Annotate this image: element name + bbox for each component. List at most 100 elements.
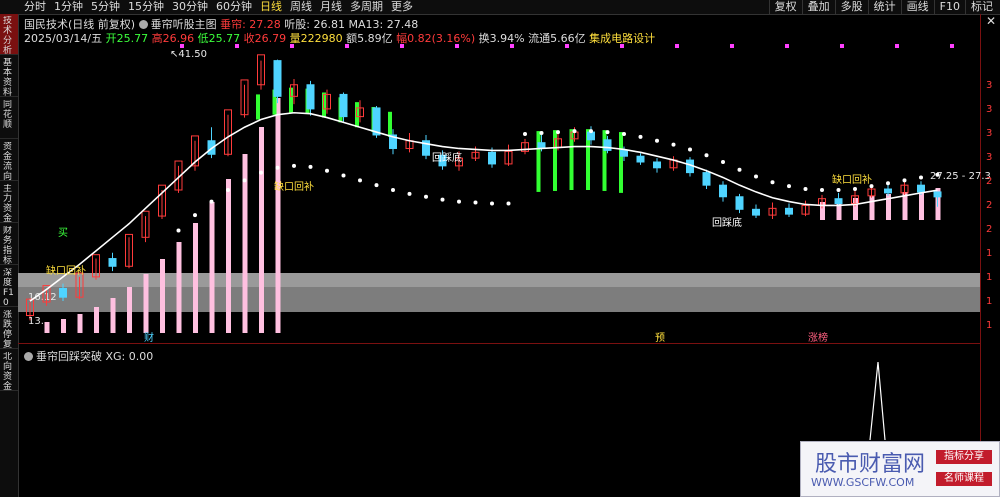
marker-9	[675, 44, 679, 48]
dot-line-53	[902, 178, 907, 183]
pink-bar-9	[176, 242, 182, 333]
dot-line-47	[803, 187, 808, 192]
marker-0	[180, 44, 184, 48]
ad-badge-2: 名师课程	[936, 472, 992, 486]
candle-body-43	[735, 196, 744, 210]
candle-body-37	[636, 155, 645, 163]
candle-body-34	[587, 131, 595, 141]
axis-tick-3: 3	[986, 152, 992, 163]
pink-bar-6	[127, 287, 132, 333]
axis-tick-8: 1	[986, 272, 992, 283]
dot-line-38	[655, 138, 659, 143]
green-band-b-35	[602, 130, 607, 191]
dot-line-52	[886, 181, 890, 186]
marker-11	[785, 44, 789, 48]
dot-line-42	[721, 160, 725, 164]
dot-line-21	[374, 183, 379, 188]
dot-line-44	[754, 174, 758, 179]
dot-line-14	[259, 170, 263, 175]
axis-tick-1: 3	[986, 104, 992, 115]
candle-body-36	[620, 149, 628, 157]
dot-line-50	[853, 187, 857, 192]
pink-bar-10	[193, 223, 198, 333]
dot-line-40	[688, 147, 692, 152]
dot-line-20	[358, 178, 362, 183]
dot-line-19	[341, 173, 346, 178]
dot-line-33	[572, 129, 577, 134]
marker-6	[510, 44, 514, 48]
axis-tick-0: 3	[986, 80, 992, 91]
buy-label: 买	[58, 227, 68, 239]
dot-line-10	[193, 213, 197, 218]
candle-body-35	[603, 139, 612, 151]
dot-line-18	[325, 168, 329, 173]
pink-bar-1	[44, 322, 50, 333]
dot-line-27	[473, 200, 478, 205]
candle-body-54	[917, 184, 925, 193]
gap-fill-label-2: 缺口回补	[274, 180, 314, 193]
dot-line-17	[308, 164, 313, 169]
pink-bar-5	[110, 298, 116, 333]
marker-7	[565, 44, 569, 48]
green-band-b-31	[536, 131, 541, 192]
marker-8	[620, 44, 624, 48]
candle-body-44	[752, 208, 760, 216]
candle-body-38	[653, 161, 661, 169]
dot-line-45	[770, 180, 775, 185]
dot-line-29	[506, 201, 511, 206]
candle-body-19	[339, 93, 348, 118]
marker-1	[235, 44, 239, 48]
axis-tick-4: 2	[986, 176, 992, 187]
last-price-label: 27.25 - 27.3	[930, 171, 991, 182]
dot-line-25	[440, 197, 445, 202]
event-yu: 预	[655, 332, 665, 344]
pullback-label-1: 回踩底	[432, 151, 462, 164]
marker-4	[400, 44, 404, 48]
pink-bar-4	[94, 307, 99, 333]
axis-tick-9: 1	[986, 296, 992, 307]
dot-line-24	[424, 194, 428, 199]
dot-line-41	[704, 153, 709, 158]
green-band-14	[256, 94, 260, 120]
xg-spike	[869, 361, 886, 441]
price-chart[interactable]: 16.12↖41.5013.缺口回补缺口回补缺口回补买回踩底回踩底27.25 -…	[0, 0, 1000, 497]
pink-bar-11	[209, 202, 215, 333]
dot-line-35	[605, 130, 610, 135]
pullback-label-2: 回踩底	[712, 216, 742, 229]
pink-bar-7	[143, 274, 149, 333]
dot-line-22	[391, 188, 395, 192]
dot-line-13	[242, 178, 247, 183]
high-price-label: ↖41.50	[170, 49, 207, 60]
dot-line-48	[820, 188, 824, 192]
dot-line-15	[275, 165, 280, 170]
candle-body-49	[834, 198, 843, 205]
event-cai: 财	[144, 331, 154, 344]
axis-tick-7: 1	[986, 248, 992, 259]
gap-fill-label-1: 缺口回补	[46, 264, 86, 277]
pink-bar-3	[77, 314, 83, 333]
dot-line-28	[490, 201, 494, 206]
marker-2	[290, 44, 294, 48]
green-band-22	[388, 111, 392, 137]
ma13-line	[29, 111, 938, 302]
candle-body-2	[59, 287, 67, 298]
marker-10	[730, 44, 734, 48]
dot-line-12	[226, 188, 230, 192]
dot-line-39	[671, 142, 676, 147]
candle-body-55	[933, 191, 942, 198]
event-zhangbang: 涨榜	[808, 331, 828, 344]
dot-line-23	[407, 191, 412, 196]
dot-line-43	[737, 167, 742, 172]
pink-bar-2	[61, 319, 66, 333]
dot-line-11	[209, 199, 214, 204]
dot-line-49	[836, 188, 841, 192]
candle-body-31	[537, 142, 546, 149]
marker-3	[345, 44, 349, 48]
candle-body-15	[273, 60, 282, 97]
dot-line-37	[638, 134, 643, 139]
pink-bar-8	[160, 259, 165, 333]
dot-line-36	[622, 132, 626, 136]
candle-body-41	[702, 172, 711, 186]
dot-line-9	[176, 228, 181, 233]
dot-line-30	[523, 132, 527, 136]
